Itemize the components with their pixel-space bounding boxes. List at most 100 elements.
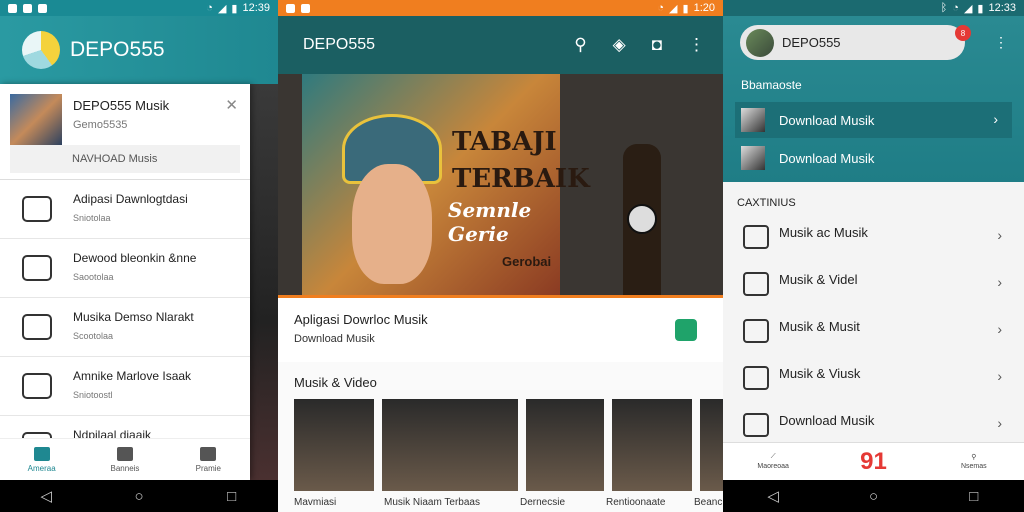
recents-icon[interactable]: □ [954,488,994,505]
poster-line-1: TABAJI [452,127,557,157]
category-label: Musik & Videl [779,272,858,287]
download-row[interactable]: Download Musik › [735,102,1012,138]
nav-home[interactable]: Ameraa [12,439,72,480]
speech-icon [743,225,769,249]
video-thumbnail[interactable] [294,399,374,491]
chevron-right-icon: › [997,274,1002,290]
video-thumbnail[interactable] [526,399,604,491]
nav-label: Banneis [110,463,140,473]
featured-title: Apligasi Dowrloc Musik [294,312,428,327]
notification-badge[interactable]: 8 [955,25,971,41]
hero-banner[interactable]: TABAJI TERBAIK Semnle Gerie Gerobai [278,74,723,298]
video-thumbnail[interactable] [700,399,723,491]
chat-icon[interactable] [675,319,697,341]
status-bar: ᛒ ◔ ◢ ▮ 12:33 [723,0,1024,16]
drawer-scrim[interactable] [250,84,278,480]
nav-profile[interactable]: Pramie [178,439,238,480]
category-header: CAXTINIUS [737,197,796,209]
nav-logo[interactable]: 91 [843,443,903,480]
nav-label: Ameraa [27,463,56,473]
back-icon[interactable]: ◁ [26,487,66,505]
cast-icon[interactable]: ◈ [613,35,626,55]
home-button-icon[interactable]: ○ [853,488,893,505]
drawer-item[interactable]: Musika Demso Nlarakt Scootolaa [0,298,250,357]
thumbnail-caption: Rentioonaate [606,497,666,508]
avatar [746,29,774,57]
app-notification-icon [301,3,310,13]
poster-line-4: Gerobai [502,254,552,269]
video-carousel [294,399,723,491]
signal-icon: ◢ [963,2,973,15]
recents-icon[interactable]: □ [212,488,252,505]
drawer-item-title: Amnike Marlove Isaak [73,369,192,383]
category-item[interactable]: Musik & Viusk › [723,356,1024,403]
category-item[interactable]: Musik & Videl › [723,262,1024,309]
category-item[interactable]: Musik ac Musik › [723,215,1024,262]
phone-drawer-screen: ◔ ◢ ▮ 12:39 DEPO555 DEPO555 Musik Gemo5535 … [0,0,278,512]
category-label: Download Musik [779,413,875,428]
app-header: DEPO555 ⚲ ◈ ◘ ⋮ [278,16,723,74]
phone-menu-screen: ᛒ ◔ ◢ ▮ 12:33 DEPO555 8 ⋮ Bbamaoste Download… [723,0,1024,512]
nav-label: Pramie [195,463,221,473]
profile-pill[interactable]: DEPO555 [740,25,965,60]
download-label: Download Musik [779,150,875,166]
profile-panel: DEPO555 8 ⋮ Bbamaoste Download Musik › D… [723,16,1024,182]
drawer-item-subtitle: Sniotoostl [73,390,113,400]
drawer-item[interactable]: Dewood bleonkin &nne Saootolaa [0,239,250,298]
featured-card[interactable]: Apligasi Dowrloc Musik Download Musik [278,298,723,362]
system-navbar: ◁ ○ □ [0,480,278,512]
drawer-item[interactable]: Adipasi Dawnlogtdasi Sniotolaa [0,180,250,239]
library-icon [116,446,133,461]
bottom-navigation: ⟋ Maoreoaa 91 ⚲ Nsemas [723,442,1024,480]
document-icon [22,373,52,399]
wifi-icon: ◔ [657,2,665,14]
download-row[interactable]: Download Musik [735,140,1012,176]
status-bar: ◔ ◢ ▮ 12:39 [0,0,278,16]
music-icon [743,319,769,343]
settings-notification-icon [38,3,47,13]
status-time: 12:33 [988,2,1016,14]
nav-charts[interactable]: ⟋ Maoreoaa [743,443,803,480]
drawer-item[interactable]: Amnike Marlove Isaak Sniotoostl [0,357,250,416]
system-navbar: ◁ ○ □ [723,480,1024,512]
phone-home-screen: ◔ ◢ ▮ 1:20 DEPO555 ⚲ ◈ ◘ ⋮ TABAJI TERBAIK S… [278,0,723,512]
video-thumbnail[interactable] [612,399,692,491]
status-time: 12:39 [242,2,270,14]
gamepad-icon[interactable]: ◘ [652,35,662,55]
thumbnail-image [741,146,765,170]
close-icon[interactable]: ✕ [225,96,238,114]
thumbnail-image [741,108,765,132]
featured-subtitle: Download Musik [294,333,375,345]
battery-icon: ▮ [231,2,238,15]
message-icon [22,255,52,281]
home-button-icon[interactable]: ○ [119,488,159,505]
profile-name: DEPO555 Musik [73,98,170,113]
video-thumbnail[interactable] [382,399,518,491]
drawer-item-subtitle: Sniotolaa [73,213,111,223]
chevron-right-icon: › [997,368,1002,384]
thumbnail-caption: Mavmiasi [294,497,337,508]
nav-search[interactable]: ⚲ Nsemas [944,443,1004,480]
logo-icon [22,31,60,69]
wifi-icon: ◔ [952,2,959,14]
poster-face [352,164,432,284]
download-music-button[interactable]: NAVHOAD Musis [10,145,240,173]
more-icon[interactable]: ⋮ [994,34,1008,51]
search-icon[interactable]: ⚲ [574,35,586,55]
wifi-icon: ◔ [206,2,213,14]
battery-icon: ▮ [682,2,689,15]
category-item[interactable]: Musik & Musit › [723,309,1024,356]
nav-library[interactable]: Banneis [95,439,155,480]
more-icon[interactable]: ⋮ [688,35,705,55]
category-label: Musik ac Musik [779,225,868,240]
chat-icon [22,196,52,222]
movie-poster: TABAJI TERBAIK Semnle Gerie Gerobai [302,74,590,298]
gear-icon [743,366,769,390]
search-icon: ⚲ [971,454,977,461]
app-header: DEPO555 [0,16,278,84]
back-icon[interactable]: ◁ [753,487,793,505]
app-title: DEPO555 [303,36,376,53]
profile-photo [10,94,62,146]
status-time: 1:20 [693,2,715,14]
status-bar: ◔ ◢ ▮ 1:20 [278,0,723,16]
